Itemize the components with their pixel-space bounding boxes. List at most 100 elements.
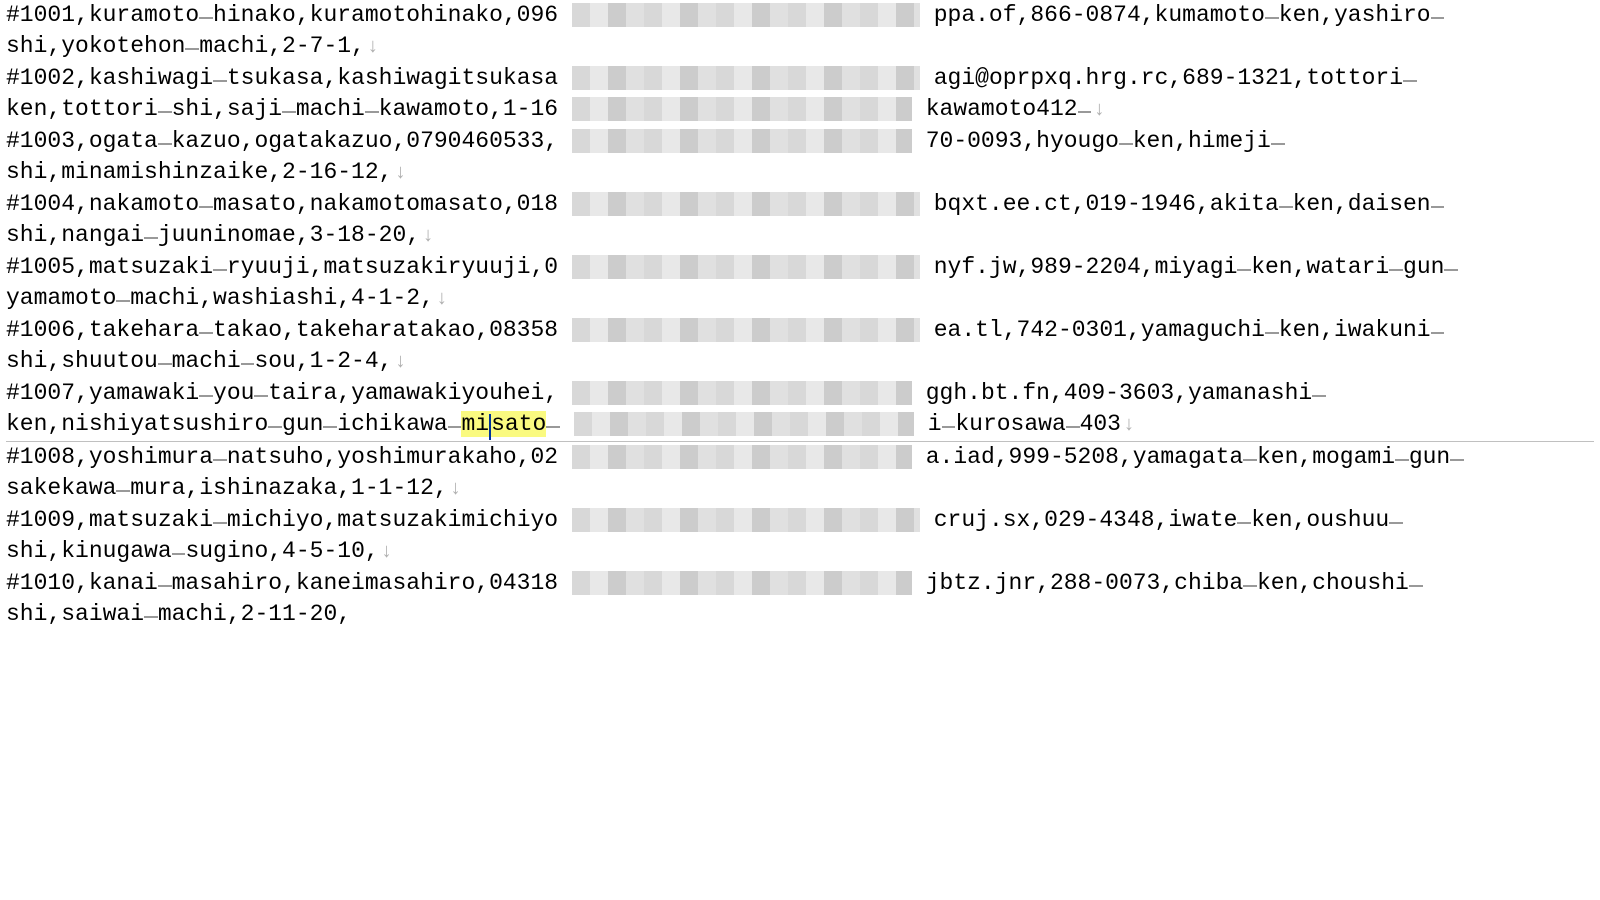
editor-line[interactable]: #1003,ogatakazuo,ogatakazuo,0790460533, … bbox=[6, 126, 1594, 157]
underscore-glyph bbox=[144, 616, 158, 618]
underscore-glyph bbox=[268, 426, 282, 428]
underscore-glyph bbox=[1243, 585, 1257, 587]
text-span: #1009,matsuzaki bbox=[6, 507, 213, 533]
text-span: gun bbox=[1403, 254, 1444, 280]
text-span: machi bbox=[172, 348, 241, 374]
text-span bbox=[558, 191, 572, 217]
editor-line[interactable]: #1002,kashiwagitsukasa,kashiwagitsukasa … bbox=[6, 63, 1594, 94]
underscore-glyph bbox=[158, 111, 172, 113]
redacted-block bbox=[572, 255, 920, 279]
text-span: #1005,matsuzaki bbox=[6, 254, 213, 280]
underscore-glyph bbox=[213, 522, 227, 524]
editor-line[interactable]: #1010,kanaimasahiro,kaneimasahiro,04318 … bbox=[6, 568, 1594, 599]
underscore-glyph bbox=[1395, 459, 1409, 461]
underscore-glyph bbox=[1265, 332, 1279, 334]
text-span bbox=[558, 254, 572, 280]
editor-line[interactable]: #1009,matsuzakimichiyo,matsuzakimichiyo … bbox=[6, 505, 1594, 536]
underscore-glyph bbox=[1431, 17, 1445, 19]
editor-line[interactable]: #1007,yamawakiyoutaira,yamawakiyouhei, g… bbox=[6, 378, 1594, 409]
editor-line[interactable]: shi,kinugawasugino,4-5-10,↓ bbox=[6, 536, 1594, 568]
text-span: shi,yokotehon bbox=[6, 33, 185, 59]
redacted-block bbox=[572, 66, 920, 90]
editor-line[interactable]: ken,nishiyatsushirogunichikawamisato iku… bbox=[6, 409, 1594, 441]
text-span: ken,iwakuni bbox=[1279, 317, 1431, 343]
underscore-glyph bbox=[448, 426, 462, 428]
text-cursor bbox=[489, 414, 491, 440]
editor-line[interactable]: #1006,takeharatakao,takeharatakao,08358 … bbox=[6, 315, 1594, 346]
redacted-block bbox=[572, 508, 920, 532]
return-arrow-icon: ↓ bbox=[381, 541, 393, 564]
underscore-glyph bbox=[1431, 332, 1445, 334]
text-span: sou,1-2-4, bbox=[254, 348, 392, 374]
text-span: masato,nakamotomasato,018 bbox=[213, 191, 558, 217]
text-span: mura,ishinazaka,1-1-12, bbox=[130, 475, 447, 501]
underscore-glyph bbox=[1066, 426, 1080, 428]
return-arrow-icon: ↓ bbox=[450, 478, 462, 501]
text-span bbox=[558, 65, 572, 91]
underscore-glyph bbox=[199, 17, 213, 19]
return-arrow-icon: ↓ bbox=[422, 225, 434, 248]
text-span: #1003,ogata bbox=[6, 128, 158, 154]
underscore-glyph bbox=[1237, 269, 1251, 271]
underscore-glyph bbox=[942, 426, 956, 428]
text-span: you bbox=[213, 380, 254, 406]
text-span: gun bbox=[1409, 444, 1450, 470]
text-span bbox=[912, 380, 926, 406]
editor-line[interactable]: ken,tottorishi,sajimachikawamoto,1-16 ka… bbox=[6, 94, 1594, 126]
text-span bbox=[920, 2, 934, 28]
editor-line[interactable]: #1004,nakamotomasato,nakamotomasato,018 … bbox=[6, 189, 1594, 220]
editor-line[interactable]: #1005,matsuzakiryuuji,matsuzakiryuuji,0 … bbox=[6, 252, 1594, 283]
underscore-glyph bbox=[1078, 111, 1092, 113]
underscore-glyph bbox=[185, 48, 199, 50]
text-span bbox=[558, 380, 572, 406]
text-span: ken,tottori bbox=[6, 96, 158, 122]
text-span: 70-0093,hyougo bbox=[926, 128, 1119, 154]
text-span: ken,daisen bbox=[1293, 191, 1431, 217]
text-span bbox=[560, 411, 574, 437]
return-arrow-icon: ↓ bbox=[436, 288, 448, 311]
editor-line[interactable]: shi,saiwaimachi,2-11-20, bbox=[6, 599, 1594, 630]
underscore-glyph bbox=[158, 363, 172, 365]
text-span: machi,2-11-20, bbox=[158, 601, 351, 627]
editor-line[interactable]: #1008,yoshimuranatsuho,yoshimurakaho,02 … bbox=[6, 442, 1594, 473]
text-span: #1007,yamawaki bbox=[6, 380, 199, 406]
underscore-glyph bbox=[116, 490, 130, 492]
editor-line[interactable]: shi,yokotehonmachi,2-7-1,↓ bbox=[6, 31, 1594, 63]
underscore-glyph bbox=[1389, 269, 1403, 271]
text-span bbox=[912, 128, 926, 154]
underscore-glyph bbox=[158, 143, 172, 145]
underscore-glyph bbox=[1265, 17, 1279, 19]
text-span: ryuuji,matsuzakiryuuji,0 bbox=[227, 254, 558, 280]
return-arrow-icon: ↓ bbox=[1093, 99, 1105, 122]
text-span: 412 bbox=[1036, 96, 1077, 122]
text-span bbox=[912, 96, 926, 122]
underscore-glyph bbox=[116, 300, 130, 302]
text-span: cruj.sx,029-4348,iwate bbox=[934, 507, 1238, 533]
editor-line[interactable]: yamamotomachi,washiashi,4-1-2,↓ bbox=[6, 283, 1594, 315]
editor-line[interactable]: sakekawamura,ishinazaka,1-1-12,↓ bbox=[6, 473, 1594, 505]
text-span: shi,saji bbox=[172, 96, 282, 122]
text-span: kawamoto bbox=[926, 96, 1036, 122]
text-span: agi@oprpxq.hrg.rc,689-1321,tottori bbox=[934, 65, 1403, 91]
return-arrow-icon: ↓ bbox=[1123, 414, 1135, 437]
text-editor[interactable]: #1001,kuramotohinako,kuramotohinako,096 … bbox=[0, 0, 1600, 630]
underscore-glyph bbox=[1450, 459, 1464, 461]
editor-line[interactable]: #1001,kuramotohinako,kuramotohinako,096 … bbox=[6, 0, 1594, 31]
editor-line[interactable]: shi,minamishinzaike,2-16-12,↓ bbox=[6, 157, 1594, 189]
editor-line[interactable]: shi,shuutoumachisou,1-2-4,↓ bbox=[6, 346, 1594, 378]
underscore-glyph bbox=[241, 363, 255, 365]
redacted-block bbox=[572, 445, 912, 469]
text-span: machi,washiashi,4-1-2, bbox=[130, 285, 434, 311]
text-span bbox=[558, 128, 572, 154]
text-span: ken,nishiyatsushiro bbox=[6, 411, 268, 437]
underscore-glyph bbox=[1243, 459, 1257, 461]
underscore-glyph bbox=[1312, 395, 1326, 397]
return-arrow-icon: ↓ bbox=[394, 351, 406, 374]
underscore-glyph bbox=[213, 459, 227, 461]
text-span: nyf.jw,989-2204,miyagi bbox=[934, 254, 1238, 280]
redacted-block bbox=[574, 412, 914, 436]
search-highlight: misato bbox=[461, 411, 546, 437]
text-span: machi,2-7-1, bbox=[199, 33, 365, 59]
redacted-block bbox=[572, 571, 912, 595]
editor-line[interactable]: shi,nangaijuuninomae,3-18-20,↓ bbox=[6, 220, 1594, 252]
